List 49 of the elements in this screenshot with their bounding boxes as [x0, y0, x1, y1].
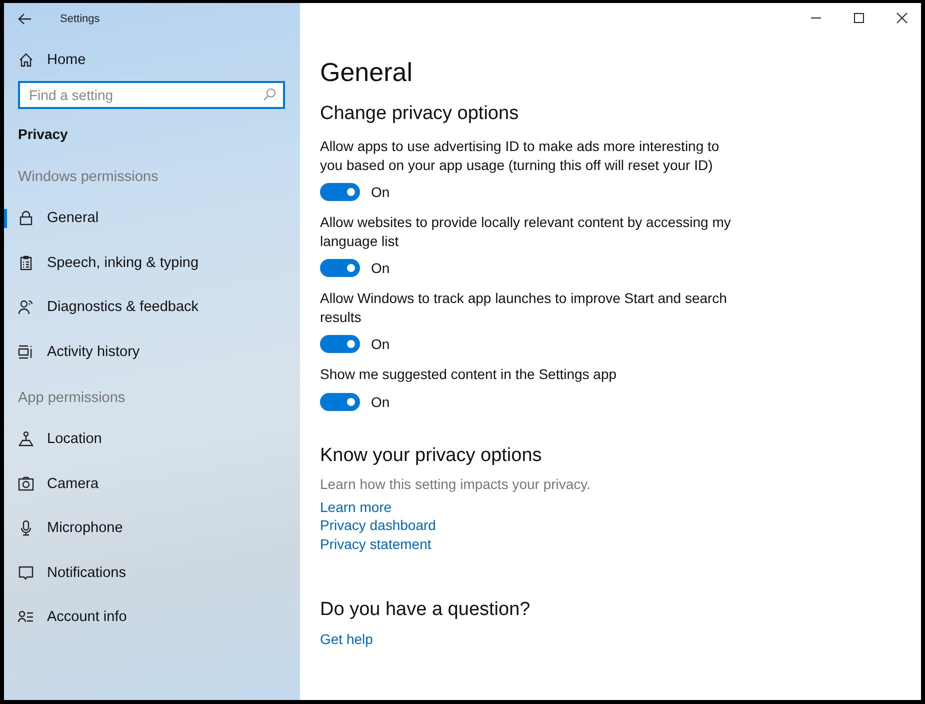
toggle-switch[interactable] — [320, 259, 360, 277]
close-icon[interactable] — [896, 12, 908, 24]
sidebar-item[interactable]: Speech, inking & typing — [4, 240, 300, 285]
person-wave-icon — [18, 299, 34, 316]
link[interactable]: Learn more — [320, 498, 921, 516]
camera-icon — [18, 476, 34, 492]
info-text: Learn how this setting impacts your privacy. — [320, 476, 592, 492]
section-heading: Do you have a question? — [320, 599, 532, 621]
maximize-icon[interactable] — [853, 12, 865, 24]
section-heading: Know your privacy options — [320, 444, 543, 466]
back-arrow-icon[interactable] — [18, 13, 32, 25]
sidebar-item[interactable]: Location — [4, 417, 300, 462]
toggle-state-label: On — [371, 260, 390, 276]
sidebar-item[interactable]: General — [4, 196, 300, 240]
timeline-icon — [18, 344, 34, 360]
home-icon — [18, 52, 34, 68]
link[interactable]: Get help — [320, 630, 921, 648]
toggle-switch[interactable] — [320, 335, 360, 353]
window-title: Settings — [60, 13, 100, 25]
toggle-state-label: On — [371, 184, 390, 200]
link[interactable]: Privacy statement — [320, 534, 921, 553]
sidebar-item[interactable]: Activity history — [4, 330, 300, 374]
sidebar-item[interactable]: Diagnostics & feedback — [4, 285, 300, 330]
setting-description: Allow apps to use advertising ID to make ads more interesting to you based on your app usage (turning this off will reset your ID) — [320, 137, 720, 174]
microphone-icon — [18, 520, 34, 536]
group-heading: Windows permissions — [17, 169, 160, 187]
toggle-switch[interactable] — [320, 392, 360, 410]
setting-description: Allow websites to provide locally relevant content by accessing my language list — [320, 213, 732, 250]
sidebar-item[interactable]: Microphone — [4, 506, 300, 550]
link[interactable]: Privacy dashboard — [320, 516, 921, 534]
toggle-switch[interactable] — [320, 183, 360, 201]
group-heading: App permissions — [17, 390, 126, 408]
section-heading: Change privacy options — [320, 103, 520, 125]
page-title: General — [320, 57, 414, 88]
sidebar-item[interactable]: Notifications — [4, 550, 300, 595]
setting-description: Allow Windows to track app launches to improve Start and search results — [320, 289, 728, 326]
clipboard-icon — [18, 254, 34, 271]
toggle-state-label: On — [371, 394, 390, 410]
category-title: Privacy — [17, 125, 69, 144]
location-person-icon — [18, 431, 34, 448]
setting-description: Show me suggested content in the Settings app — [320, 365, 618, 384]
search-icon — [263, 88, 276, 101]
sidebar-item[interactable]: Camera — [4, 462, 300, 506]
sidebar-item[interactable]: Account info — [4, 595, 300, 640]
search-field[interactable]: Find a setting — [18, 81, 285, 109]
speech-bubble-icon — [18, 564, 34, 581]
lock-icon — [18, 210, 34, 226]
home-nav-item[interactable]: Home — [4, 39, 300, 81]
toggle-state-label: On — [371, 336, 390, 352]
